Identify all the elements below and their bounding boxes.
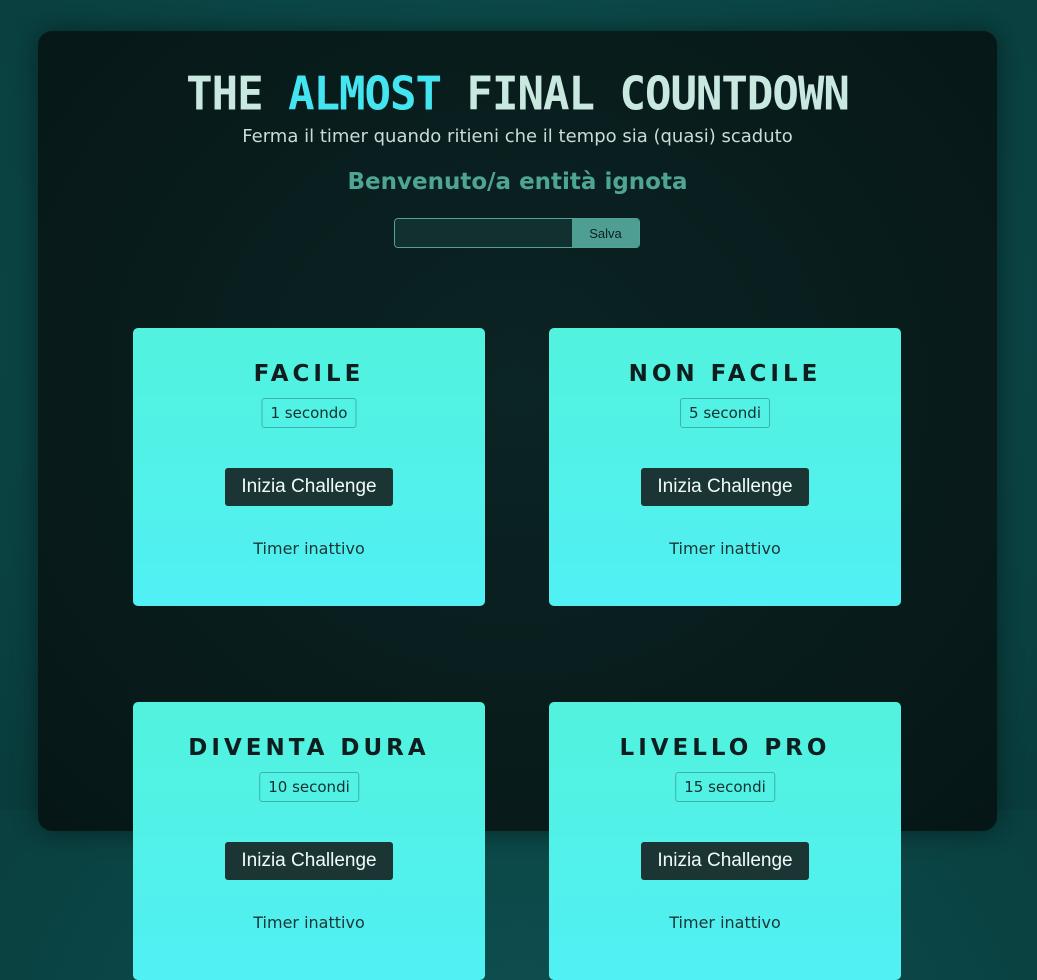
challenge-card-non-facile: NON FACILE 5 secondi Inizia Challenge Ti… bbox=[549, 328, 901, 606]
title-accent: ALMOST bbox=[288, 67, 442, 122]
card-title: FACILE bbox=[253, 361, 365, 387]
challenge-card-facile: FACILE 1 secondo Inizia Challenge Timer … bbox=[133, 328, 485, 606]
card-duration: 5 secondi bbox=[680, 398, 770, 428]
timer-status: Timer inattivo bbox=[669, 913, 781, 932]
name-input[interactable] bbox=[395, 219, 572, 247]
welcome-message: Benvenuto/a entità ignota bbox=[347, 169, 688, 195]
save-button[interactable]: Salva bbox=[572, 219, 639, 247]
card-title: NON FACILE bbox=[628, 361, 822, 387]
card-duration: 15 secondi bbox=[675, 772, 775, 802]
start-challenge-button[interactable]: Inizia Challenge bbox=[641, 842, 809, 880]
start-challenge-button[interactable]: Inizia Challenge bbox=[641, 468, 809, 506]
challenge-card-livello-pro: LIVELLO PRO 15 secondi Inizia Challenge … bbox=[549, 702, 901, 980]
timer-status: Timer inattivo bbox=[669, 539, 781, 558]
start-challenge-button[interactable]: Inizia Challenge bbox=[225, 842, 393, 880]
card-title: LIVELLO PRO bbox=[619, 735, 831, 761]
card-duration: 1 secondo bbox=[261, 398, 357, 428]
page-title: THE ALMOST FINAL COUNTDOWN bbox=[38, 68, 997, 122]
card-duration: 10 secondi bbox=[259, 772, 359, 802]
timer-status: Timer inattivo bbox=[253, 913, 365, 932]
card-title: DIVENTA DURA bbox=[188, 735, 430, 761]
challenge-card-diventa-dura: DIVENTA DURA 10 secondi Inizia Challenge… bbox=[133, 702, 485, 980]
title-prefix: THE bbox=[186, 67, 289, 122]
name-form: Salva bbox=[394, 218, 640, 248]
timer-status: Timer inattivo bbox=[253, 539, 365, 558]
start-challenge-button[interactable]: Inizia Challenge bbox=[225, 468, 393, 506]
main-panel: THE ALMOST FINAL COUNTDOWN Ferma il time… bbox=[38, 31, 997, 980]
page-subtitle: Ferma il timer quando ritieni che il tem… bbox=[242, 126, 793, 147]
title-suffix: FINAL COUNTDOWN bbox=[441, 67, 850, 122]
